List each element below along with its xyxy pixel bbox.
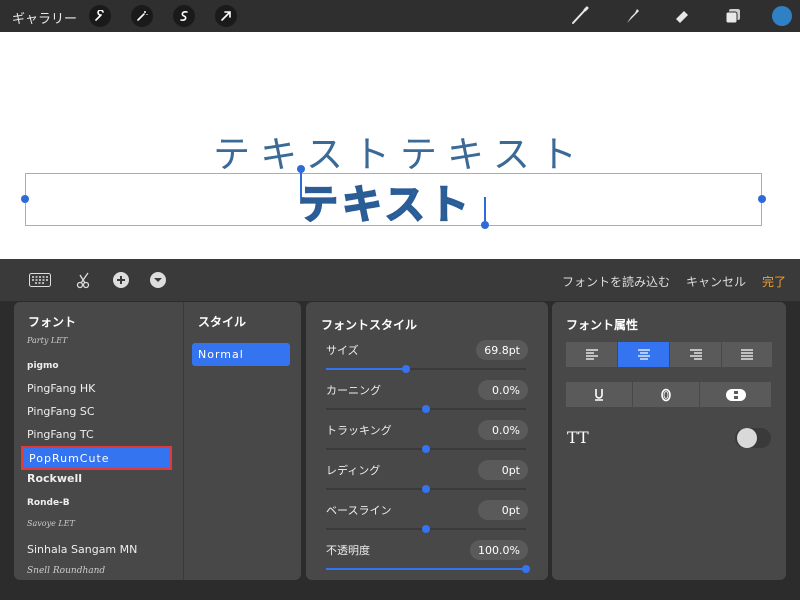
outline-button[interactable] bbox=[633, 382, 699, 407]
more-dropdown-icon[interactable] bbox=[149, 271, 167, 289]
align-left-button[interactable] bbox=[566, 342, 617, 367]
scissors-icon[interactable] bbox=[76, 271, 92, 289]
slider-knob[interactable] bbox=[422, 405, 430, 413]
slider-value-field[interactable]: 0pt bbox=[478, 460, 528, 480]
font-item-selected[interactable]: PopRumCute bbox=[21, 446, 172, 470]
slider-value-field[interactable]: 69.8pt bbox=[476, 340, 528, 360]
font-item-pingfang-tc[interactable]: PingFang TC bbox=[27, 428, 94, 441]
slider-knob[interactable] bbox=[422, 525, 430, 533]
selection-handle-right[interactable] bbox=[758, 195, 766, 203]
all-caps-label: TT bbox=[567, 428, 589, 447]
transform-arrow-icon[interactable] bbox=[215, 5, 237, 27]
load-font-button[interactable]: フォントを読み込む bbox=[562, 273, 670, 290]
font-style-panel: フォントスタイル サイズ 69.8pt カーニング 0.0% トラッキング 0.0% レディ… bbox=[306, 302, 548, 580]
font-attributes-heading: フォント属性 bbox=[566, 318, 639, 332]
font-item-pingfang-hk[interactable]: PingFang HK bbox=[27, 382, 95, 395]
font-style-heading: フォントスタイル bbox=[321, 318, 418, 332]
selection-s-icon[interactable] bbox=[173, 5, 195, 27]
underline-button[interactable] bbox=[566, 382, 632, 407]
slider-knob[interactable] bbox=[522, 565, 530, 573]
text-editor-bar: フォントを読み込む キャンセル 完了 bbox=[0, 259, 800, 301]
style-list-heading: スタイル bbox=[198, 315, 247, 329]
slider-label: レディング bbox=[326, 464, 381, 477]
align-justify-button[interactable] bbox=[722, 342, 772, 367]
slider-value-field[interactable]: 100.0% bbox=[470, 540, 528, 560]
align-center-button[interactable] bbox=[618, 342, 669, 367]
selection-caret-end bbox=[484, 197, 486, 221]
brush-icon[interactable] bbox=[569, 6, 591, 26]
font-panel: フォント スタイル Party LET pigmo PingFang HK Pi… bbox=[14, 302, 301, 580]
gallery-button[interactable]: ギャラリー bbox=[12, 8, 77, 27]
font-item-snell-roundhand[interactable]: Snell Roundhand bbox=[27, 566, 105, 576]
font-item-poprumcute: PopRumCute bbox=[29, 452, 110, 465]
drawing-canvas[interactable]: テキストテキスト テキスト bbox=[0, 32, 800, 259]
add-text-icon[interactable] bbox=[112, 271, 130, 289]
align-right-button[interactable] bbox=[670, 342, 721, 367]
keyboard-icon[interactable] bbox=[29, 271, 51, 289]
smudge-icon[interactable] bbox=[621, 6, 643, 26]
slider-value-field[interactable]: 0.0% bbox=[478, 380, 528, 400]
all-caps-toggle[interactable] bbox=[735, 428, 771, 448]
toggle-knob bbox=[737, 428, 757, 448]
font-item-pigmo[interactable]: pigmo bbox=[27, 361, 59, 371]
slider-knob[interactable] bbox=[402, 365, 410, 373]
top-toolbar: ギャラリー bbox=[0, 0, 800, 32]
slider-label: 不透明度 bbox=[326, 544, 370, 557]
slider-track[interactable] bbox=[326, 485, 526, 493]
slider-value-field[interactable]: 0pt bbox=[478, 500, 528, 520]
font-list-heading: フォント bbox=[28, 315, 77, 329]
font-item-savoye-let[interactable]: Savoye LET bbox=[27, 519, 75, 528]
slider-track[interactable] bbox=[326, 405, 526, 413]
vertical-text-button[interactable] bbox=[700, 382, 771, 407]
slider-track[interactable] bbox=[326, 445, 526, 453]
wrench-icon[interactable] bbox=[89, 5, 111, 27]
cancel-button[interactable]: キャンセル bbox=[686, 273, 746, 290]
done-button[interactable]: 完了 bbox=[762, 273, 786, 290]
canvas-text-selected[interactable]: テキスト bbox=[297, 172, 473, 230]
font-attributes-panel: フォント属性 TT bbox=[552, 302, 786, 580]
slider-track[interactable] bbox=[326, 365, 526, 373]
eraser-icon[interactable] bbox=[671, 6, 693, 26]
color-swatch-button[interactable] bbox=[772, 6, 792, 26]
slider-label: トラッキング bbox=[326, 424, 392, 437]
style-item-normal[interactable]: Normal bbox=[192, 343, 290, 366]
slider-label: サイズ bbox=[326, 344, 359, 357]
selection-handle-left[interactable] bbox=[21, 195, 29, 203]
magic-wand-icon[interactable] bbox=[131, 5, 153, 27]
font-item-pingfang-sc[interactable]: PingFang SC bbox=[27, 405, 95, 418]
layers-icon[interactable] bbox=[722, 6, 744, 26]
slider-value-field[interactable]: 0.0% bbox=[478, 420, 528, 440]
column-divider bbox=[183, 302, 184, 580]
slider-label: ベースライン bbox=[326, 504, 392, 517]
slider-label: カーニング bbox=[326, 384, 381, 397]
canvas-text-top: テキストテキスト bbox=[213, 133, 587, 176]
slider-fill bbox=[326, 368, 406, 370]
font-item-rockwell[interactable]: Rockwell bbox=[27, 472, 82, 485]
slider-track[interactable] bbox=[326, 525, 526, 533]
style-item-label: Normal bbox=[198, 348, 244, 361]
selection-caret-end-handle[interactable] bbox=[481, 221, 489, 229]
slider-fill bbox=[326, 568, 526, 570]
font-item-sinhala-sangam[interactable]: Sinhala Sangam MN bbox=[27, 543, 137, 556]
slider-knob[interactable] bbox=[422, 445, 430, 453]
slider-track[interactable] bbox=[326, 565, 530, 573]
font-item-ronde-b[interactable]: Ronde-B bbox=[27, 498, 70, 508]
slider-knob[interactable] bbox=[422, 485, 430, 493]
font-item-party-let[interactable]: Party LET bbox=[27, 336, 67, 345]
